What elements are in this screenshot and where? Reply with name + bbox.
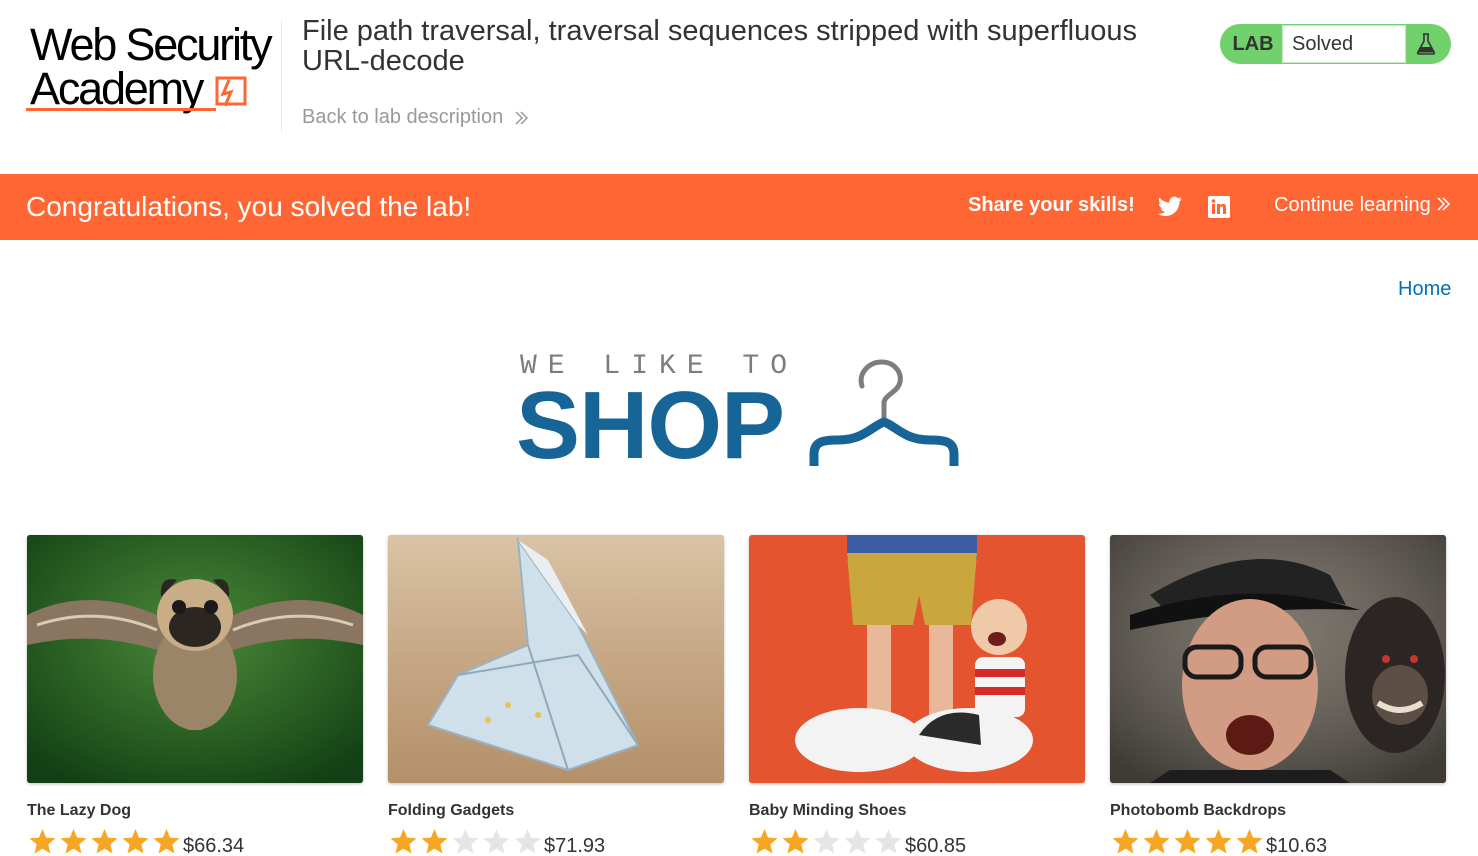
flask-icon <box>1406 33 1446 55</box>
man-and-monkey-photo[interactable] <box>1110 535 1446 783</box>
star-empty-icon <box>813 829 840 854</box>
product-name[interactable]: Baby Minding Shoes <box>749 802 906 820</box>
star-empty-icon <box>452 829 479 854</box>
back-link-label: Back to lab description <box>302 106 504 128</box>
star-empty-icon <box>483 829 510 854</box>
lab-status-badge: LAB Solved <box>1220 24 1451 64</box>
star-filled-icon <box>122 829 149 854</box>
product-price: $71.93 <box>544 835 606 856</box>
star-filled-icon <box>60 829 87 854</box>
product-price: $10.63 <box>1266 835 1328 856</box>
star-filled-icon <box>91 829 118 854</box>
origami-banknote-photo[interactable] <box>388 535 724 783</box>
hanger-icon <box>809 359 959 466</box>
star-empty-icon <box>875 829 902 854</box>
product-grid: The Lazy Dog $66.34 Folding Gadgets $71.93 B… <box>27 535 1447 856</box>
continue-learning-label: Continue learning <box>1274 194 1431 216</box>
star-filled-icon <box>1236 829 1263 854</box>
product-name[interactable]: Folding Gadgets <box>388 802 514 820</box>
logo-text-line2: Academy <box>30 63 204 114</box>
lab-title: File path traversal, traversal sequences… <box>302 15 1137 77</box>
double-chevron-right-icon <box>1437 197 1451 211</box>
logo-underline <box>26 108 216 111</box>
star-filled-icon <box>1205 829 1232 854</box>
product-name[interactable]: Photobomb Backdrops <box>1110 802 1286 820</box>
solved-notification-banner: Congratulations, you solved the lab! Sha… <box>0 174 1478 240</box>
linkedin-icon[interactable] <box>1207 195 1231 219</box>
star-filled-icon <box>1112 829 1139 854</box>
star-filled-icon <box>1143 829 1170 854</box>
share-your-skills-label: Share your skills! <box>968 194 1135 216</box>
toy-figures-shoes-photo[interactable] <box>749 535 1085 783</box>
congratulations-message: Congratulations, you solved the lab! <box>26 191 472 222</box>
double-chevron-right-icon <box>515 110 529 125</box>
lab-header: Web Security Academy File path traversal… <box>0 0 1478 174</box>
flying-pug-photo[interactable] <box>27 535 363 783</box>
back-to-lab-description-link[interactable]: Back to lab description <box>302 106 529 129</box>
product-rating <box>749 827 904 855</box>
twitter-icon[interactable] <box>1157 194 1183 220</box>
star-filled-icon <box>390 829 417 854</box>
product-price: $60.85 <box>905 835 967 856</box>
product-price: $66.34 <box>183 835 245 856</box>
logo-mark-icon <box>215 76 247 107</box>
star-filled-icon <box>153 829 180 854</box>
home-link[interactable]: Home <box>1398 278 1451 301</box>
star-filled-icon <box>751 829 778 854</box>
product-rating <box>1110 827 1265 855</box>
star-filled-icon <box>1174 829 1201 854</box>
product-rating <box>27 827 182 855</box>
star-filled-icon <box>421 829 448 854</box>
star-empty-icon <box>514 829 541 854</box>
header-divider <box>281 20 282 132</box>
lab-status-text: Solved <box>1282 25 1406 63</box>
star-filled-icon <box>782 829 809 854</box>
we-like-to-shop-banner: WE LIKE TO SHOP <box>516 352 966 479</box>
lab-badge-label: LAB <box>1232 32 1274 55</box>
product-name[interactable]: The Lazy Dog <box>27 802 131 820</box>
product-rating <box>388 827 543 855</box>
shop-word: SHOP <box>516 372 785 479</box>
web-security-academy-logo[interactable]: Web Security Academy <box>26 20 280 114</box>
star-empty-icon <box>844 829 871 854</box>
continue-learning-link[interactable]: Continue learning <box>1274 194 1452 217</box>
star-filled-icon <box>29 829 56 854</box>
